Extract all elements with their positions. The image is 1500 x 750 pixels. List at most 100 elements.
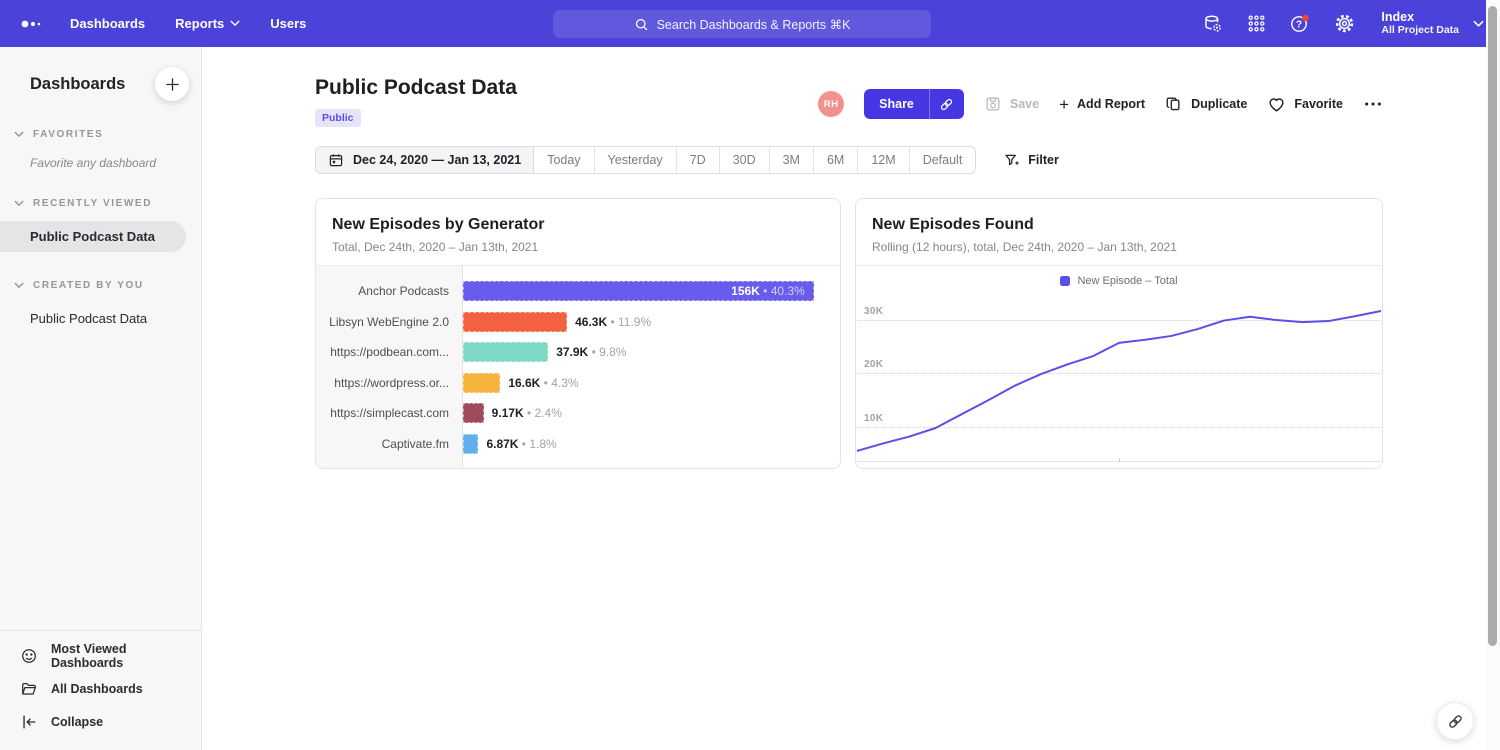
settings-icon[interactable] bbox=[1333, 13, 1355, 35]
x-tickmark bbox=[1119, 458, 1120, 462]
section-header-recently-viewed[interactable]: RECENTLY VIEWED bbox=[0, 198, 201, 209]
save-icon bbox=[984, 95, 1002, 113]
section-empty-note: Favorite any dashboard bbox=[30, 156, 201, 170]
data-sources-icon[interactable] bbox=[1201, 13, 1223, 35]
bar bbox=[463, 434, 478, 454]
main-content: Public Podcast Data Public RH Share Save… bbox=[202, 47, 1500, 750]
copy-link-button[interactable] bbox=[929, 89, 964, 119]
add-dashboard-button[interactable] bbox=[155, 67, 189, 101]
filter-icon bbox=[1003, 152, 1020, 169]
nav-item-users[interactable]: Users bbox=[270, 16, 306, 31]
sidebar-item-public-podcast-data[interactable]: Public Podcast Data bbox=[0, 303, 186, 334]
account-name: Index bbox=[1381, 10, 1459, 24]
footer-item-all-dashboards[interactable]: All Dashboards bbox=[0, 672, 201, 705]
footer-item-collapse[interactable]: Collapse bbox=[0, 705, 201, 738]
sidebar-title: Dashboards bbox=[30, 75, 125, 94]
bar-row-https-simplecast-com: https://simplecast.com9.17K • 2.4% bbox=[316, 398, 840, 429]
sidebar-footer: Most Viewed DashboardsAll DashboardsColl… bbox=[0, 630, 201, 750]
visibility-badge: Public bbox=[315, 109, 361, 127]
preset-6m[interactable]: 6M bbox=[814, 147, 858, 173]
bar-value-label: 6.87K • 1.8% bbox=[486, 437, 556, 451]
floating-link-button[interactable] bbox=[1436, 702, 1474, 740]
preset-default[interactable]: Default bbox=[910, 147, 976, 173]
line-xaxis: DEC 24 JAN 03 JAN 13 bbox=[856, 462, 1382, 469]
x-tick-jan-13: JAN 13 bbox=[1336, 468, 1372, 469]
footer-item-most-viewed-dashboards[interactable]: Most Viewed Dashboards bbox=[0, 639, 201, 672]
bar-row-https-wordpress-or: https://wordpress.or... 16.6K • 4.3% bbox=[316, 368, 840, 399]
bar-value-label: 9.17K • 2.4% bbox=[492, 406, 562, 420]
search-placeholder: Search Dashboards & Reports ⌘K bbox=[657, 17, 851, 32]
collapse-icon bbox=[20, 713, 38, 731]
bar-value-label: 16.6K • 4.3% bbox=[508, 376, 578, 390]
apps-grid-icon[interactable] bbox=[1245, 13, 1267, 35]
add-report-button[interactable]: + Add Report bbox=[1059, 96, 1145, 113]
top-nav: Dashboards Reports Users Search Dashboards… bbox=[0, 0, 1500, 47]
smiley-icon bbox=[20, 647, 38, 665]
scrollbar-track bbox=[1486, 0, 1500, 750]
section-header-created-by-you[interactable]: CREATED BY YOU bbox=[0, 280, 201, 291]
notification-dot bbox=[1302, 14, 1309, 21]
plus-icon: + bbox=[1059, 96, 1069, 113]
calendar-icon bbox=[328, 152, 344, 168]
preset-30d[interactable]: 30D bbox=[720, 147, 770, 173]
nav-item-reports[interactable]: Reports bbox=[175, 16, 240, 31]
date-presets: TodayYesterday7D30D3M6M12MDefault bbox=[534, 147, 975, 173]
sidebar-item-public-podcast-data[interactable]: Public Podcast Data bbox=[0, 221, 186, 252]
bar-row-https-podbean-com: https://podbean.com...37.9K • 9.8% bbox=[316, 337, 840, 368]
preset-yesterday[interactable]: Yesterday bbox=[595, 147, 677, 173]
scrollbar-thumb[interactable] bbox=[1488, 6, 1497, 646]
chevron-down-icon bbox=[1473, 20, 1484, 28]
date-toolbar: Dec 24, 2020 — Jan 13, 2021 TodayYesterd… bbox=[315, 146, 1500, 174]
nav-menu: Dashboards Reports Users bbox=[70, 16, 306, 31]
x-tick-jan-03: JAN 03 bbox=[1101, 468, 1137, 469]
bar-chart-card: New Episodes by Generator Total, Dec 24t… bbox=[315, 198, 841, 469]
link-icon bbox=[938, 96, 955, 113]
duplicate-button[interactable]: Duplicate bbox=[1165, 95, 1247, 113]
share-button[interactable]: Share bbox=[864, 89, 929, 119]
nav-item-dashboards[interactable]: Dashboards bbox=[70, 16, 145, 31]
bar-row-anchor-podcasts: Anchor Podcasts 156K • 40.3% bbox=[316, 276, 840, 307]
bar-category-label: https://wordpress.or... bbox=[316, 376, 463, 390]
bar-category-label: Captivate.fm bbox=[316, 437, 463, 451]
x-tick-dec-24: DEC 24 bbox=[866, 468, 903, 469]
nav-right: ? Index All Project Data bbox=[1201, 10, 1484, 37]
avatar: RH bbox=[818, 91, 844, 117]
folder-icon bbox=[20, 680, 38, 698]
link-icon bbox=[1446, 712, 1465, 731]
line-chart-subtitle: Rolling (12 hours), total, Dec 24th, 202… bbox=[872, 240, 1366, 254]
save-button[interactable]: Save bbox=[984, 95, 1039, 113]
account-subtitle: All Project Data bbox=[1381, 24, 1459, 37]
preset-3m[interactable]: 3M bbox=[770, 147, 814, 173]
preset-7d[interactable]: 7D bbox=[677, 147, 720, 173]
search-icon bbox=[634, 17, 649, 32]
more-options-button[interactable] bbox=[1363, 97, 1383, 111]
preset-today[interactable]: Today bbox=[534, 147, 594, 173]
search-input[interactable]: Search Dashboards & Reports ⌘K bbox=[553, 10, 931, 38]
section-header-favorites[interactable]: FAVORITES bbox=[0, 129, 201, 140]
help-icon[interactable]: ? bbox=[1289, 13, 1311, 35]
kebab-icon bbox=[1363, 97, 1383, 111]
app-logo-icon[interactable] bbox=[18, 14, 44, 34]
bar-category-label: Libsyn WebEngine 2.0 bbox=[316, 315, 463, 329]
filter-button[interactable]: Filter bbox=[1003, 152, 1059, 169]
date-range-label: Dec 24, 2020 — Jan 13, 2021 bbox=[353, 153, 521, 167]
bar bbox=[463, 373, 500, 393]
bar-category-label: https://podbean.com... bbox=[316, 345, 463, 359]
bar-value-label: 156K • 40.3% bbox=[731, 284, 805, 298]
account-switcher[interactable]: Index All Project Data bbox=[1381, 10, 1484, 37]
bar: 156K • 40.3% bbox=[463, 281, 814, 301]
bar-category-label: Anchor Podcasts bbox=[316, 284, 463, 298]
line-series bbox=[857, 295, 1381, 461]
bar-chart-subtitle: Total, Dec 24th, 2020 – Jan 13th, 2021 bbox=[332, 240, 824, 254]
sidebar-sections: FAVORITES Favorite any dashboard RECENTLY … bbox=[0, 101, 201, 334]
sidebar: Dashboards FAVORITES Favorite any dashboa… bbox=[0, 47, 202, 750]
page-title: Public Podcast Data bbox=[315, 76, 517, 100]
bar-rows: Anchor Podcasts 156K • 40.3% Libsyn WebEng… bbox=[316, 266, 840, 459]
bar bbox=[463, 403, 484, 423]
header-actions: RH Share Save + Add Report Dup bbox=[818, 89, 1383, 119]
line-plot: 10K20K30K bbox=[857, 295, 1381, 462]
date-range-button[interactable]: Dec 24, 2020 — Jan 13, 2021 bbox=[316, 147, 534, 173]
favorite-button[interactable]: Favorite bbox=[1267, 95, 1343, 114]
preset-12m[interactable]: 12M bbox=[858, 147, 909, 173]
line-chart-title: New Episodes Found bbox=[872, 216, 1366, 234]
